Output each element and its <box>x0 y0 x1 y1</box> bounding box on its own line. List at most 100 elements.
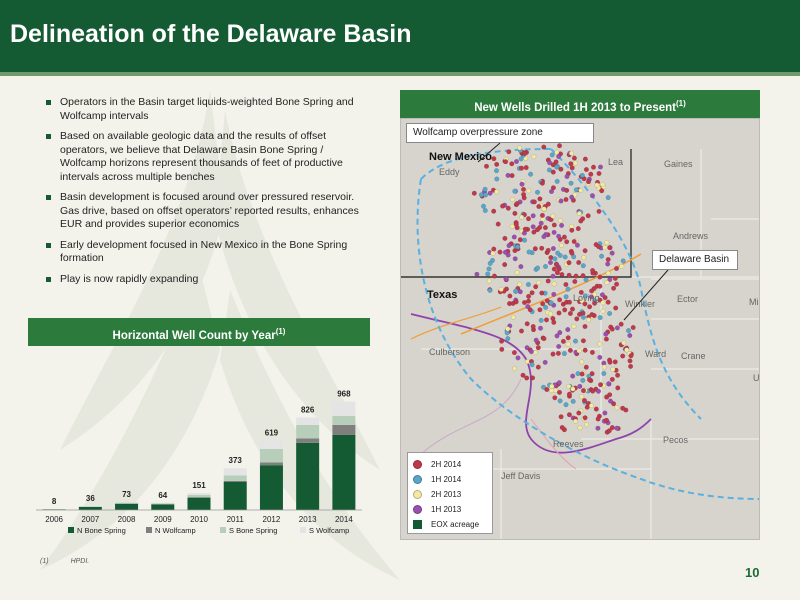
well-dot <box>588 403 594 409</box>
well-dot <box>527 307 533 313</box>
well-dot <box>556 233 562 239</box>
well-dot <box>486 266 492 272</box>
legend-swatch <box>413 490 422 499</box>
well-dot <box>576 259 582 265</box>
well-dot <box>613 265 619 271</box>
well-dot <box>550 315 556 321</box>
well-dot <box>522 226 528 232</box>
well-dot <box>614 405 620 411</box>
bar-total-label: 151 <box>192 481 206 490</box>
well-dot <box>541 144 547 150</box>
well-dot <box>503 159 509 165</box>
well-dot <box>529 290 535 296</box>
well-dot <box>495 221 501 227</box>
well-dot <box>563 402 569 408</box>
well-dot <box>542 263 548 269</box>
map-legend-item: 1H 2014 <box>413 472 487 487</box>
well-dot <box>517 145 523 151</box>
well-dot <box>564 187 570 193</box>
map-label-lea: Lea <box>608 157 624 167</box>
well-dot <box>517 289 523 295</box>
bullet-item: Operators in the Basin target liquids-we… <box>46 96 366 123</box>
map-label-loving: Loving <box>573 293 600 303</box>
bar-segment <box>187 493 211 495</box>
well-dot <box>485 271 491 277</box>
bar-segment <box>296 417 320 425</box>
well-dot <box>581 398 587 404</box>
x-tick-label: 2007 <box>81 515 99 524</box>
well-dot <box>509 173 515 179</box>
well-dot <box>603 417 609 423</box>
well-dot <box>505 336 511 342</box>
well-dot <box>505 326 511 332</box>
map-label-andrews: Andrews <box>673 231 709 241</box>
bar-segment <box>187 494 211 498</box>
map-legend-item: EOX acreage <box>413 517 487 532</box>
well-dot <box>535 345 541 351</box>
well-dot <box>512 256 518 262</box>
well-dot <box>569 306 575 312</box>
well-dot <box>620 258 626 264</box>
well-dot <box>548 300 554 306</box>
well-dot <box>518 328 524 334</box>
bar-segment <box>332 434 356 510</box>
bar-segment <box>223 468 247 476</box>
well-dot <box>563 281 569 287</box>
well-dot <box>550 351 556 357</box>
map-legend-item: 2H 2013 <box>413 487 487 502</box>
well-dot <box>568 150 574 156</box>
well-dot <box>628 363 634 369</box>
well-dot <box>538 220 544 226</box>
bullet-list: Operators in the Basin target liquids-we… <box>46 96 366 293</box>
map-label-winkler: Winkler <box>625 299 656 309</box>
well-dot <box>549 388 555 394</box>
bar-segment <box>259 440 283 449</box>
well-dot <box>607 398 613 404</box>
well-dot <box>565 335 571 341</box>
well-dot <box>573 187 579 193</box>
well-dot <box>575 371 581 377</box>
map-banner: New Wells Drilled 1H 2013 to Present(1) <box>400 90 760 118</box>
well-dot <box>551 291 557 297</box>
well-dot <box>554 149 560 155</box>
well-dot <box>584 422 590 428</box>
well-dot <box>550 213 556 219</box>
well-dot <box>597 274 603 280</box>
well-dot <box>526 293 532 299</box>
well-dot <box>555 250 561 256</box>
well-dot <box>605 256 611 262</box>
well-dot <box>599 292 605 298</box>
well-dot <box>559 425 565 431</box>
well-dot <box>548 311 554 317</box>
well-dot <box>517 237 523 243</box>
well-dot <box>580 377 586 383</box>
well-dot <box>585 179 591 185</box>
well-dot <box>565 327 571 333</box>
well-dot <box>494 189 500 195</box>
well-dot <box>537 325 543 331</box>
well-dot <box>535 364 541 370</box>
well-dot <box>530 213 536 219</box>
well-dot <box>559 222 565 228</box>
well-dot <box>522 237 528 243</box>
well-dot <box>579 371 585 377</box>
well-dot <box>571 155 577 161</box>
well-dot <box>526 249 532 255</box>
well-dot <box>570 373 576 379</box>
well-dot <box>523 165 529 171</box>
well-dot <box>576 210 582 216</box>
bar-segment <box>115 501 139 503</box>
well-dot <box>580 338 586 344</box>
well-dot <box>582 323 588 329</box>
bar-segment <box>115 503 139 510</box>
well-dot <box>582 347 588 353</box>
well-dot <box>573 273 579 279</box>
well-dot <box>580 314 586 320</box>
well-dot <box>583 364 589 370</box>
well-dot <box>558 414 564 420</box>
well-dot <box>580 273 586 279</box>
bar-total-label: 73 <box>122 490 131 499</box>
well-dot <box>556 143 562 149</box>
bar-total-label: 619 <box>265 429 279 438</box>
map-label-crane: Crane <box>681 351 706 361</box>
